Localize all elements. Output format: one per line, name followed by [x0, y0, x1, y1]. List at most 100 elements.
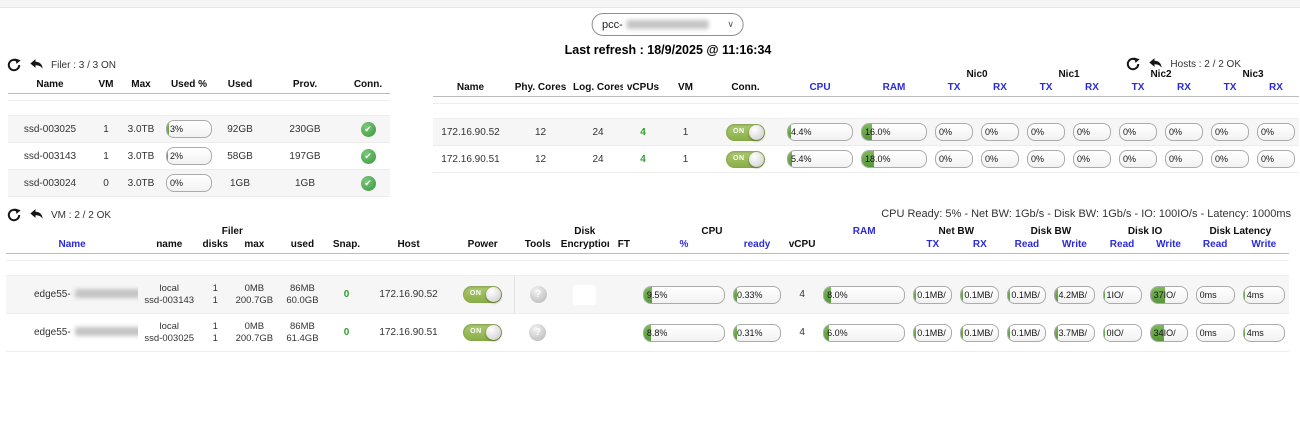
col-rx-sort[interactable]: RX — [1161, 81, 1207, 97]
col-tx-sort[interactable]: TX — [1115, 81, 1161, 97]
col-rx-sort[interactable]: RX — [1253, 81, 1299, 97]
meter-value: 0% — [1028, 151, 1064, 167]
col-rx-sort[interactable]: RX — [1069, 81, 1115, 97]
meter-value: 16.0% — [862, 124, 926, 140]
meter-value: 0.1MB/ — [1008, 325, 1045, 341]
col-rx-sort[interactable]: RX — [977, 81, 1023, 97]
nic1-rx-meter: 0% — [1073, 150, 1111, 168]
undo-icon[interactable] — [27, 207, 46, 223]
col-name: Name — [8, 78, 92, 94]
refresh-icon[interactable] — [6, 207, 22, 223]
filer-vm-count: 1 — [103, 124, 109, 135]
toggle-label: ON — [733, 128, 745, 135]
vm-section: VM : 2 / 2 OK CPU Ready: 5% - Net BW: 1G… — [6, 206, 1293, 352]
col-name: Name — [433, 81, 508, 97]
col-encryption: Encryption — [561, 238, 609, 254]
nic0-rx-meter: 0% — [981, 150, 1019, 168]
table-row: ssd-003143 1 3.0TB 2% 58GB 197GB ✔ — [8, 143, 390, 170]
vm-title: VM : 2 / 2 OK — [51, 210, 111, 221]
meter-value: 0.1MB/ — [961, 325, 998, 341]
col-cpu-sort[interactable]: CPU — [783, 81, 857, 97]
vm-filer-local: local — [139, 321, 199, 333]
col-read-sort[interactable]: Read — [1192, 238, 1239, 254]
power-toggle[interactable]: ON — [463, 286, 502, 303]
group-disk-bw: Disk BW — [1003, 226, 1098, 238]
vm-filer-ssd: ssd-003143 — [139, 295, 199, 307]
col-name-sort[interactable]: Name — [6, 238, 138, 254]
group-disk: Disk — [561, 226, 609, 238]
col-read-sort[interactable]: Read — [1099, 238, 1146, 254]
used-bottom: 60.0GB — [279, 295, 325, 307]
col-tx-sort[interactable]: TX — [909, 238, 956, 254]
col-read-sort[interactable]: Read — [1003, 238, 1050, 254]
col-cpu-ready-sort[interactable]: ready — [729, 238, 785, 254]
filer-max: 3.0TB — [128, 178, 155, 189]
vm-host: 172.16.90.52 — [379, 289, 437, 300]
power-toggle[interactable]: ON — [463, 324, 502, 341]
refresh-icon[interactable] — [1125, 56, 1141, 72]
undo-icon[interactable] — [1146, 56, 1165, 72]
undo-icon[interactable] — [27, 57, 46, 73]
max-top: 0MB — [231, 321, 277, 333]
filer-title: Filer : 3 / 3 ON — [51, 60, 116, 71]
tools-status-icon[interactable]: ? — [529, 324, 546, 341]
redacted-text — [75, 289, 139, 298]
group-net-bw: Net BW — [909, 226, 1003, 238]
meter-value: 4.4% — [788, 124, 852, 140]
vm-name: edge55- — [34, 327, 71, 338]
hosts-table: Nic0 Nic1 Nic2 Nic3 Name Phy. Cores Log.… — [433, 69, 1299, 173]
group-cpu: CPU — [639, 226, 785, 238]
vcpu-count: 4 — [799, 289, 805, 300]
disk-io-write-meter: 37IO/ — [1150, 286, 1188, 304]
group-nic1: Nic1 — [1023, 69, 1115, 81]
filer-max: 3.0TB — [128, 124, 155, 135]
meter-value: 0% — [1074, 124, 1110, 140]
col-cpu-pct-sort[interactable]: % — [639, 238, 729, 254]
vm-filer-local: local — [139, 283, 199, 295]
vcpus-count: 4 — [640, 127, 646, 138]
col-tx-sort[interactable]: TX — [1023, 81, 1069, 97]
meter-value: 0% — [1212, 151, 1248, 167]
latency-read-meter: 0ms — [1196, 286, 1235, 304]
phy-cores: 12 — [535, 154, 546, 165]
col-phy-cores: Phy. Cores — [508, 81, 573, 97]
refresh-icon[interactable] — [6, 57, 22, 73]
col-tx-sort[interactable]: TX — [1207, 81, 1253, 97]
meter-value: 0IO/ — [1104, 325, 1141, 341]
disk-io-write-meter: 34IO/ — [1150, 324, 1188, 342]
filer-name: ssd-003025 — [24, 124, 76, 135]
nic0-tx-meter: 0% — [935, 123, 973, 141]
col-write-sort[interactable]: Write — [1146, 238, 1192, 254]
toggle-knob — [749, 125, 764, 140]
max-top: 0MB — [231, 283, 277, 295]
pcc-selector[interactable]: pcc- ∨ — [592, 13, 744, 36]
vm-limits-note: CPU Ready: 5% - Net BW: 1Gb/s - Disk BW:… — [881, 208, 1291, 220]
col-ram-sort[interactable]: RAM — [819, 226, 909, 238]
net-tx-meter: 0.1MB/ — [913, 324, 952, 342]
meter-value: 4ms — [1244, 325, 1284, 341]
filer-name: ssd-003143 — [24, 151, 76, 162]
latency-read-meter: 0ms — [1196, 324, 1235, 342]
meter-value: 0ms — [1197, 325, 1234, 341]
col-write-sort[interactable]: Write — [1239, 238, 1289, 254]
conn-toggle[interactable]: ON — [726, 151, 765, 168]
meter-value: 0.33% — [734, 287, 780, 303]
tools-status-icon[interactable]: ? — [530, 286, 547, 303]
latency-write-meter: 4ms — [1243, 286, 1285, 304]
redacted-text — [627, 20, 709, 29]
vm-count: 1 — [683, 154, 689, 165]
used-top: 86MB — [279, 321, 325, 333]
col-ram-sort[interactable]: RAM — [857, 81, 931, 97]
meter-value: 0% — [982, 151, 1018, 167]
col-tx-sort[interactable]: TX — [931, 81, 977, 97]
disk-bw-write-meter: 4.2MB/ — [1054, 286, 1094, 304]
conn-toggle[interactable]: ON — [726, 124, 765, 141]
disks-bottom: 1 — [201, 295, 229, 307]
nic0-rx-meter: 0% — [981, 123, 1019, 141]
vm-host: 172.16.90.51 — [379, 327, 437, 338]
col-write-sort[interactable]: Write — [1050, 238, 1098, 254]
ram-meter: 16.0% — [861, 123, 927, 141]
cpu-pct-meter: 9.5% — [643, 286, 725, 304]
filer-used: 1GB — [230, 178, 250, 189]
col-rx-sort[interactable]: RX — [956, 238, 1003, 254]
